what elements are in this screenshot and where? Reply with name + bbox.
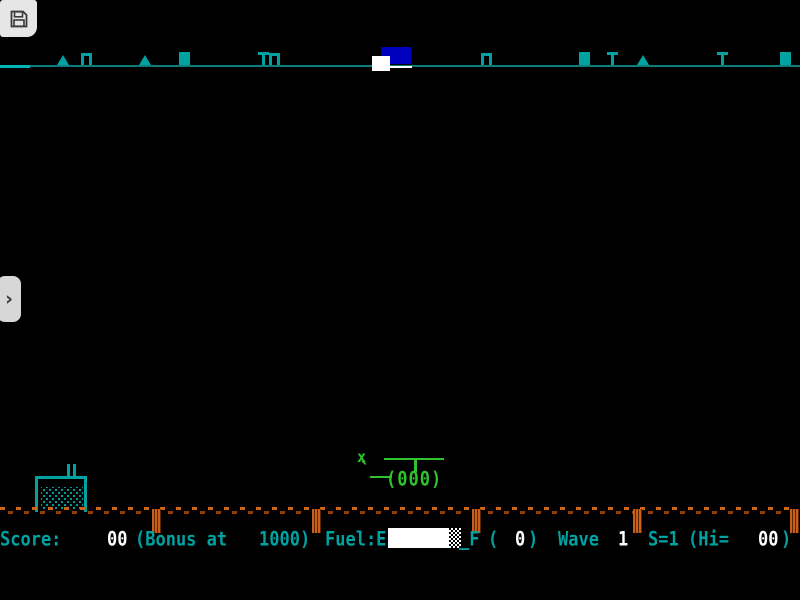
status-segment: ( <box>488 528 498 551</box>
radar-tree-icon <box>139 55 151 65</box>
status-segment: ) <box>528 528 538 551</box>
status-segment: ) <box>781 528 791 551</box>
chevron-right-icon: › <box>5 288 13 310</box>
radar-building-icon <box>481 53 492 65</box>
status-segment: 00 <box>758 528 778 551</box>
helicopter-sprite: x ` (000) <box>0 0 800 600</box>
status-segment: _F <box>459 528 479 551</box>
helicopter-body: (000) <box>386 468 442 491</box>
status-segment: (Hi= <box>688 528 729 551</box>
radar-tree-icon <box>57 55 69 65</box>
status-bar: Score: 00 (Bonus at 1000) Fuel:E _F (0) Wave 1 S=… <box>0 528 800 552</box>
radar-tank-icon <box>780 52 791 65</box>
helicopter-tail-char: x <box>357 448 366 466</box>
fuel-gauge-bar <box>388 528 449 548</box>
radar-tower-icon <box>607 52 618 55</box>
status-segment: Score: <box>0 528 61 551</box>
helicopter-rotor <box>384 458 444 460</box>
fuel-depot-chimney <box>67 464 70 476</box>
helicopter-mast <box>414 458 417 472</box>
radar-tank-icon <box>179 52 190 65</box>
ground-dash-row <box>0 507 800 510</box>
status-segment: Fuel:E <box>325 528 386 551</box>
fuel-depot-roof <box>35 476 87 479</box>
radar-tank-icon <box>579 52 590 65</box>
ground-dash-row <box>0 511 800 514</box>
helicopter-tail-boom <box>370 476 392 478</box>
status-segment: Wave <box>558 528 599 551</box>
save-button[interactable] <box>0 0 37 37</box>
radar-base-segment <box>0 65 30 68</box>
radar-tower-icon <box>717 52 728 55</box>
status-segment: S=1 <box>648 528 679 551</box>
status-segment: 0 <box>515 528 525 551</box>
floppy-disk-icon <box>8 8 30 30</box>
radar-tower-icon <box>258 52 269 55</box>
status-segment: 00 <box>107 528 127 551</box>
radar-building-icon <box>81 53 92 65</box>
status-segment: (Bonus at <box>135 528 227 551</box>
radar-player-marker <box>372 56 390 71</box>
status-segment: 1 <box>618 528 628 551</box>
helicopter-hook-char: ` <box>359 458 371 482</box>
status-segment: 1000) <box>259 528 310 551</box>
radar-building-icon <box>269 53 280 65</box>
radar-tree-icon <box>637 55 649 65</box>
fuel-depot-chimney <box>73 464 76 476</box>
panel-expand-toggle[interactable]: › <box>0 276 21 322</box>
